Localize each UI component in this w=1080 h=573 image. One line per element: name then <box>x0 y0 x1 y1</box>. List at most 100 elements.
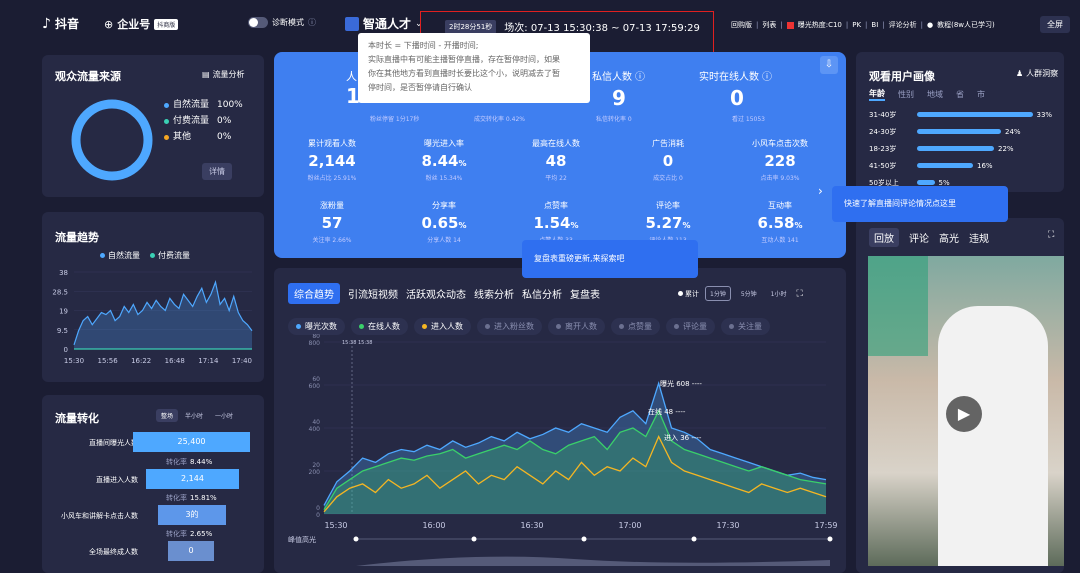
link-pk[interactable]: PK <box>852 21 861 29</box>
donut-slice-natural <box>71 99 153 181</box>
metric-chip[interactable]: 在线人数 <box>351 318 408 335</box>
stat-label: 评论率 <box>656 201 680 210</box>
tiktok-logo-icon: ♪ <box>42 15 51 32</box>
logo[interactable]: ♪ 抖音 <box>42 15 79 32</box>
metric-chip[interactable]: 进入人数 <box>414 318 471 335</box>
stat-label: 实时在线人数 ⓘ <box>699 72 772 83</box>
stat-sub: 平均 22 <box>545 175 567 182</box>
stat-sub: 关注率 2.66% <box>312 237 352 244</box>
age-bar-row: 31-40岁 33% <box>869 110 1053 119</box>
portrait-tab[interactable]: 性别 <box>898 89 914 100</box>
tab-violations[interactable]: 违规 <box>969 230 989 245</box>
slider-handle[interactable] <box>691 536 697 542</box>
session-info: 2时28分51秒 场次: 07-13 15:30:38 ~ 07-13 17:5… <box>445 19 700 34</box>
tutorial-icon: ● <box>927 21 934 29</box>
card-title: 观看用户画像 <box>869 70 935 83</box>
slider-handle[interactable] <box>353 536 359 542</box>
tab-active-audience[interactable]: 活跃观众动态 <box>406 286 466 301</box>
stat-label: 最高在线人数 <box>532 139 580 148</box>
metric-chip[interactable]: 点赞量 <box>611 318 660 335</box>
interval-5min[interactable]: 5分钟 <box>737 287 761 300</box>
overview-area <box>356 556 830 566</box>
y-tick-label: 0 <box>316 512 320 519</box>
age-bar <box>917 112 1033 117</box>
fullscreen-button[interactable]: 全屏 <box>1040 16 1070 33</box>
stat-sub: 分享人数 14 <box>427 237 461 244</box>
stat-value: 0 <box>662 152 674 170</box>
video-player[interactable]: ▶ <box>868 256 1064 566</box>
y-tick-label: 9.5 <box>57 327 68 335</box>
tab-review-table[interactable]: 复盘表 <box>570 286 600 301</box>
top-links: 回购版 | 列表 | 曝光热度:C10 | PK | BI | 评论分析 | ● 教程(8w… <box>731 20 995 30</box>
slider-handle[interactable] <box>581 536 587 542</box>
stat-label: 曝光进入率 <box>424 139 464 148</box>
toggle-switch[interactable] <box>248 17 268 28</box>
x-tick-label: 17:14 <box>198 357 219 365</box>
stat-value: 0 <box>730 86 744 110</box>
funnel-bar: 0 <box>168 541 214 561</box>
chevron-right-icon[interactable]: › <box>818 184 823 198</box>
slider-handle[interactable] <box>827 536 833 542</box>
detail-button[interactable]: 详情 <box>202 163 232 180</box>
y-right-tick-label: 80 <box>312 334 320 340</box>
tab-half-hour[interactable]: 半小时 <box>180 409 208 422</box>
metric-chip[interactable]: 评论量 <box>666 318 715 335</box>
metric-chip[interactable]: 进入粉丝数 <box>477 318 542 335</box>
cumulative-toggle[interactable]: 累计 <box>678 289 699 299</box>
stat-cell: 点赞率 1.54% 点赞人数 33 <box>506 200 606 244</box>
link-repurchase[interactable]: 回购版 <box>731 20 752 30</box>
interval-controls: 累计 1分钟 5分钟 1小时 ⛶ <box>678 286 803 301</box>
tab-comments[interactable]: 评论 <box>909 230 929 245</box>
anchor-selector[interactable]: 智通人才 ⌄ <box>345 15 423 32</box>
tab-hour[interactable]: 一小时 <box>210 409 238 422</box>
chart-icon: ▤ <box>202 70 210 79</box>
series-area <box>74 282 252 349</box>
link-bi[interactable]: BI <box>871 21 878 29</box>
crowd-insight-link[interactable]: ♟ 人群洞察 <box>1016 68 1058 79</box>
traffic-analysis-link[interactable]: ▤ 流量分析 <box>202 69 245 80</box>
expand-icon[interactable]: ⛶ <box>1048 230 1054 240</box>
funnel-bar: 2,144 <box>146 469 239 489</box>
interval-1min[interactable]: 1分钟 <box>705 286 731 301</box>
portrait-tab[interactable]: 省 <box>956 89 964 100</box>
stat-cell: 小风车点击次数 228 点击率 9.03% <box>730 138 830 182</box>
diagnose-toggle[interactable]: 诊断模式 ⓘ <box>248 17 316 28</box>
stat-cell: 评论率 5.27% 评论人数 113 <box>618 200 718 244</box>
link-comment-analysis[interactable]: 评论分析 <box>889 20 917 30</box>
interval-1hour[interactable]: 1小时 <box>767 287 791 300</box>
card-title: 流量趋势 <box>55 231 99 244</box>
link-list[interactable]: 列表 <box>762 20 776 30</box>
funnel-label: 直播间曝光人数 <box>89 439 138 447</box>
play-icon[interactable]: ▶ <box>946 396 982 432</box>
portrait-tabs: 年龄 性别 地域 省 市 <box>869 88 985 101</box>
tab-comprehensive[interactable]: 综合趋势 <box>288 283 340 304</box>
stat-sub: 成交占比 0 <box>653 175 683 182</box>
tab-private-msg[interactable]: 私信分析 <box>522 286 562 301</box>
download-icon[interactable]: ⇩ <box>820 56 838 74</box>
portrait-tab[interactable]: 市 <box>977 89 985 100</box>
expand-icon[interactable]: ⛶ <box>796 289 802 299</box>
x-tick-label: 15:56 <box>97 357 118 365</box>
portrait-tab[interactable]: 年龄 <box>869 88 885 101</box>
metric-chip[interactable]: 离开人数 <box>548 318 605 335</box>
portrait-tab[interactable]: 地域 <box>927 89 943 100</box>
tab-whole[interactable]: 整场 <box>156 409 179 422</box>
stat-label: 涨粉量 <box>320 201 344 210</box>
y-tick-label: 400 <box>309 426 321 433</box>
link-tutorial[interactable]: 教程(8w人已学习) <box>937 20 995 30</box>
peak-annotation: 曝光 608 ---- <box>660 379 702 388</box>
tab-replay[interactable]: 回放 <box>869 228 899 247</box>
help-icon[interactable]: ⓘ <box>308 17 316 28</box>
trend-chart: 0 9.5 19 28.5 38 15:30 15:56 16:22 16:48 17:14 17:… <box>52 269 253 365</box>
tab-highlights[interactable]: 高光 <box>939 230 959 245</box>
metric-chip[interactable]: 曝光次数 <box>288 318 345 335</box>
funnel-bar: 25,400 <box>133 432 250 452</box>
stat-sub: 粉丝占比 25.91% <box>307 175 357 182</box>
age-bars: 31-40岁 33% 24-30岁 24% 18-23岁 22% 41-50岁 16% 50岁以… <box>869 106 1059 191</box>
y-tick-label: 19 <box>59 308 68 316</box>
stat-value: 9 <box>612 86 626 110</box>
slider-handle[interactable] <box>471 536 477 542</box>
tab-short-video[interactable]: 引流短视频 <box>348 286 398 301</box>
metric-chip[interactable]: 关注量 <box>721 318 770 335</box>
tab-leads[interactable]: 线索分析 <box>474 286 514 301</box>
